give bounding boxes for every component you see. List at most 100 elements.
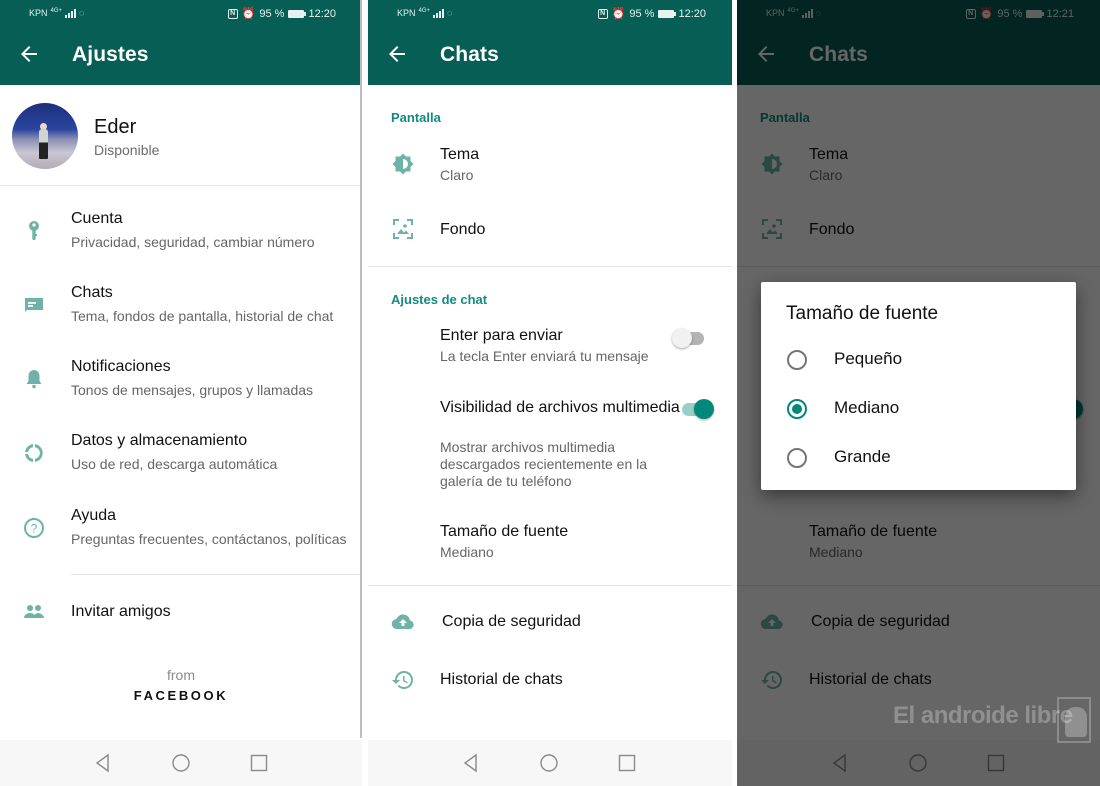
app-bar: Ajustes — [0, 28, 362, 85]
setting-title: Enter para enviar — [440, 327, 563, 344]
settings-item-chats[interactable]: Chats Tema, fondos de pantalla, historia… — [0, 271, 362, 345]
setting-wallpaper[interactable]: Fondo — [368, 206, 732, 254]
setting-backup[interactable]: Copia de seguridad — [368, 600, 732, 646]
network-type: 4G+ — [50, 8, 63, 14]
setting-title: Tamaño de fuente — [440, 523, 569, 540]
nav-recents-icon[interactable] — [248, 752, 270, 774]
section-header-chat-settings: Ajustes de chat — [391, 292, 488, 307]
setting-description: La tecla Enter enviará tu mensaje — [440, 348, 649, 364]
system-nav-bar — [0, 740, 362, 786]
wallpaper-icon — [393, 219, 413, 239]
font-size-option-medium[interactable]: Mediano — [761, 385, 1076, 433]
settings-item-help[interactable]: ? Ayuda Preguntas frecuentes, contáctano… — [0, 494, 362, 568]
nav-back-icon[interactable] — [92, 752, 114, 774]
font-size-dialog-screen: KPN 4G+ ◌ N ⏰ 95 % 12:21 Chats Pantalla … — [737, 0, 1100, 786]
setting-title: Fondo — [440, 221, 486, 238]
setting-title: Historial de chats — [440, 671, 563, 688]
settings-item-data-storage[interactable]: Datos y almacenamiento Uso de red, desca… — [0, 419, 362, 493]
setting-media-visibility[interactable]: Visibilidad de archivos multimedia Mostr… — [368, 394, 732, 494]
font-size-option-large[interactable]: Grande — [761, 434, 1076, 482]
avatar[interactable] — [12, 103, 78, 169]
nav-recents-icon[interactable] — [616, 752, 638, 774]
arrow-left-icon[interactable] — [17, 42, 41, 66]
settings-item-invite[interactable]: Invitar amigos — [0, 586, 362, 640]
setting-theme[interactable]: Tema Claro — [368, 136, 732, 192]
profile-name: Eder — [94, 116, 137, 138]
profile-row[interactable]: Eder Disponible — [0, 85, 362, 186]
battery-icon — [288, 9, 307, 18]
setting-title: Tema — [440, 146, 480, 163]
setting-enter-to-send[interactable]: Enter para enviar La tecla Enter enviará… — [368, 318, 732, 374]
setting-value: Mediano — [440, 544, 494, 560]
nav-home-icon[interactable] — [170, 752, 192, 774]
signal-icon — [65, 8, 77, 18]
item-title: Invitar amigos — [71, 603, 171, 620]
watermark-text: El androide libre — [893, 702, 1073, 729]
cloud-upload-icon — [391, 614, 414, 630]
data-usage-icon — [25, 444, 43, 462]
settings-item-notifications[interactable]: Notificaciones Tonos de mensajes, grupos… — [0, 345, 362, 419]
option-label: Pequeño — [834, 349, 903, 368]
bell-icon — [26, 370, 42, 389]
section-header-display: Pantalla — [391, 110, 441, 125]
alarm-icon: ⏰ — [611, 8, 626, 20]
status-bar: KPN 4G+ ◌ N ⏰ 95 % 12:20 — [0, 0, 362, 28]
divider — [368, 585, 732, 586]
radio-button[interactable] — [787, 448, 807, 468]
svg-text:?: ? — [31, 522, 38, 536]
divider — [368, 266, 732, 267]
setting-title: Copia de seguridad — [442, 613, 581, 630]
option-label: Mediano — [834, 398, 900, 417]
network-type: 4G+ — [418, 8, 431, 14]
nav-back-icon[interactable] — [460, 752, 482, 774]
people-icon — [24, 605, 44, 618]
item-title: Datos y almacenamiento — [71, 432, 248, 449]
chat-icon — [25, 298, 43, 312]
item-subtitle: Tonos de mensajes, grupos y llamadas — [71, 382, 314, 398]
watermark-android-logo-icon — [1057, 697, 1091, 743]
alarm-icon: ⏰ — [241, 8, 256, 20]
arrow-left-icon[interactable] — [385, 42, 409, 66]
dialog-title: Tamaño de fuente — [786, 303, 939, 324]
system-nav-bar — [368, 740, 732, 786]
settings-item-account[interactable]: Cuenta Privacidad, seguridad, cambiar nú… — [0, 197, 362, 271]
nfc-icon: N — [597, 8, 608, 19]
page-title: Chats — [440, 43, 499, 66]
brightness-icon — [392, 153, 414, 175]
battery-percent: 95 % — [629, 7, 655, 20]
setting-font-size[interactable]: Tamaño de fuente Mediano — [368, 516, 732, 572]
wifi-icon: ◌ — [79, 8, 85, 18]
screenshot-composite: KPN 4G+ ◌ N ⏰ 95 % 12:20 Ajustes Eder Di… — [0, 0, 1100, 786]
enter-to-send-toggle[interactable] — [672, 328, 706, 348]
history-icon — [392, 670, 414, 689]
key-icon — [29, 221, 39, 240]
footer-brand: FACEBOOK — [133, 688, 229, 703]
item-subtitle: Tema, fondos de pantalla, historial de c… — [71, 308, 334, 324]
battery-icon — [658, 9, 677, 18]
help-icon: ? — [24, 518, 44, 538]
carrier-label: KPN — [397, 8, 416, 18]
carrier-label: KPN — [29, 8, 48, 18]
clock: 12:20 — [308, 7, 336, 20]
setting-title: Visibilidad de archivos multimedia — [440, 399, 680, 416]
item-subtitle: Uso de red, descarga automática — [71, 456, 278, 472]
chat-settings-screen: KPN 4G+ ◌ N ⏰ 95 % 12:20 Chats Pantalla … — [368, 0, 732, 786]
nfc-icon: N — [227, 8, 238, 19]
footer-from: from — [167, 667, 195, 683]
signal-icon — [433, 8, 445, 18]
panel-edge — [360, 0, 362, 738]
setting-chat-history[interactable]: Historial de chats — [368, 658, 732, 704]
media-visibility-toggle[interactable] — [680, 399, 714, 419]
setting-description: Mostrar archivos multimedia descargados … — [440, 439, 648, 489]
item-subtitle: Privacidad, seguridad, cambiar número — [71, 234, 315, 250]
setting-value: Claro — [440, 167, 474, 183]
radio-button-selected[interactable] — [787, 399, 807, 419]
wifi-icon: ◌ — [447, 8, 453, 18]
clock: 12:20 — [678, 7, 706, 20]
nav-home-icon[interactable] — [538, 752, 560, 774]
item-title: Cuenta — [71, 210, 123, 227]
item-subtitle: Preguntas frecuentes, contáctanos, polít… — [71, 531, 347, 547]
radio-button[interactable] — [787, 350, 807, 370]
page-title: Ajustes — [72, 43, 149, 66]
font-size-option-small[interactable]: Pequeño — [761, 336, 1076, 384]
